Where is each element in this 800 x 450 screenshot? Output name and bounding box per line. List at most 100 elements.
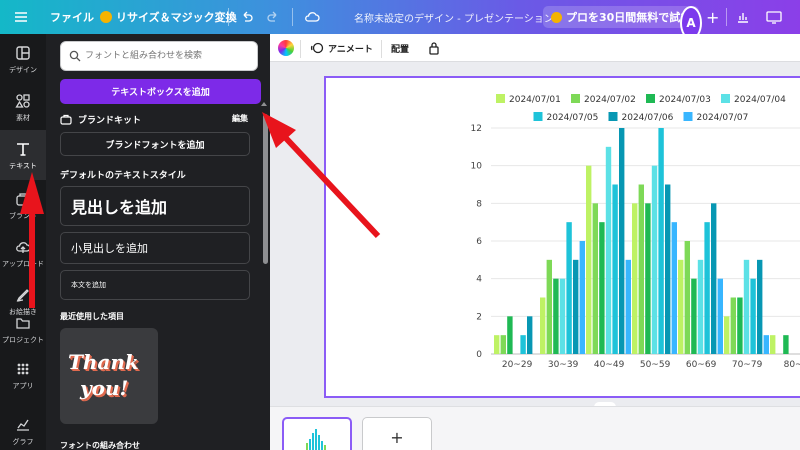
bar bbox=[717, 278, 723, 354]
rail-item-charts[interactable]: グラフ bbox=[0, 406, 46, 450]
bar bbox=[546, 259, 552, 354]
bar bbox=[671, 222, 677, 354]
y-tick-label: 10 bbox=[471, 162, 483, 172]
trial-label: プロを30日間無料で試す bbox=[566, 11, 692, 24]
lock-icon[interactable] bbox=[428, 34, 440, 62]
rail-label: デザイン bbox=[9, 65, 37, 74]
brand-icon bbox=[16, 192, 30, 206]
page-thumbnail[interactable] bbox=[282, 417, 352, 450]
resize-button[interactable]: リサイズ＆マジック変換 bbox=[100, 0, 237, 34]
insights-icon[interactable] bbox=[736, 0, 750, 34]
x-tick-label: 20~29 bbox=[502, 360, 533, 370]
legend-label: 2024/07/04 bbox=[734, 95, 786, 105]
add-body-text-button[interactable]: 本文を追加 bbox=[60, 270, 250, 300]
add-page-button[interactable]: + bbox=[362, 417, 432, 450]
legend-swatch bbox=[646, 94, 655, 103]
brand-kit-edit-link[interactable]: 編集 bbox=[232, 113, 248, 124]
color-wheel-icon[interactable] bbox=[278, 34, 294, 62]
bar bbox=[750, 278, 756, 354]
bar bbox=[573, 259, 579, 354]
search-icon bbox=[69, 50, 81, 62]
pro-trial-button[interactable]: プロを30日間無料で試す bbox=[543, 6, 700, 28]
undo-icon[interactable] bbox=[240, 0, 254, 34]
divider bbox=[300, 40, 301, 58]
animate-icon bbox=[310, 42, 324, 54]
bar bbox=[579, 241, 585, 354]
legend-swatch bbox=[721, 94, 730, 103]
rail-item-brand[interactable]: ブランド bbox=[0, 180, 46, 230]
bar bbox=[665, 184, 671, 354]
add-heading-button[interactable]: 見出しを追加 bbox=[60, 186, 250, 226]
bar bbox=[645, 203, 651, 354]
x-tick-label: 70~79 bbox=[732, 360, 763, 370]
elements-icon bbox=[15, 93, 30, 108]
bar bbox=[494, 335, 500, 354]
legend-swatch bbox=[571, 94, 580, 103]
rail-label: アプリ bbox=[12, 381, 34, 390]
crown-icon bbox=[100, 11, 112, 23]
brand-kit-row: ブランドキット bbox=[60, 113, 141, 126]
you-text: you! bbox=[80, 376, 129, 400]
present-icon[interactable] bbox=[766, 0, 782, 34]
rail-item-projects[interactable]: プロジェクト bbox=[0, 304, 46, 354]
legend-label: 2024/07/06 bbox=[622, 113, 674, 123]
rail-item-text[interactable]: テキスト bbox=[0, 130, 46, 180]
bar-chart[interactable]: 0 2 4 6 8 10 12 20~29 30~39 40~49 50~59 60~69 70~79 8… bbox=[326, 78, 800, 396]
rail-item-upload[interactable]: アップロード bbox=[0, 228, 46, 278]
page-strip: + bbox=[270, 406, 800, 450]
brand-kit-label: ブランドキット bbox=[78, 116, 142, 126]
search-input[interactable] bbox=[85, 48, 250, 64]
recent-heading: 最近使用した項目 bbox=[60, 312, 124, 321]
add-subheading-button[interactable]: 小見出しを追加 bbox=[60, 232, 250, 264]
resize-label: リサイズ＆マジック変換 bbox=[116, 11, 237, 24]
menu-icon[interactable] bbox=[14, 0, 28, 34]
cloud-save-icon[interactable] bbox=[304, 0, 320, 34]
animate-button[interactable]: アニメート bbox=[310, 34, 373, 62]
scroll-up-icon[interactable] bbox=[261, 102, 267, 106]
legend-label: 2024/07/07 bbox=[697, 113, 749, 123]
slide-page[interactable]: 0 2 4 6 8 10 12 20~29 30~39 40~49 50~59 60~69 70~79 8… bbox=[324, 76, 800, 398]
bar bbox=[500, 335, 506, 354]
x-tick-label: 30~39 bbox=[548, 360, 579, 370]
bar bbox=[651, 165, 658, 354]
bar bbox=[730, 297, 736, 354]
x-tick-label: 80~ bbox=[784, 360, 800, 370]
animate-label: アニメート bbox=[328, 44, 373, 55]
rail-item-apps[interactable]: アプリ bbox=[0, 350, 46, 400]
design-icon bbox=[16, 45, 30, 60]
redo-icon[interactable] bbox=[266, 0, 280, 34]
bar bbox=[763, 335, 769, 354]
bar bbox=[592, 203, 598, 354]
legend-label: 2024/07/02 bbox=[584, 95, 636, 105]
rail-item-elements[interactable]: 素材 bbox=[0, 82, 46, 132]
file-menu[interactable]: ファイル bbox=[50, 0, 94, 34]
add-brand-font-button[interactable]: ブランドフォントを追加 bbox=[60, 132, 250, 156]
chart-icon bbox=[17, 419, 29, 431]
position-button[interactable]: 配置 bbox=[391, 34, 409, 62]
add-collaborator-icon[interactable]: + bbox=[706, 0, 719, 34]
side-rail: デザイン 素材 テキスト ブランド アップロード お絵描き プロジェクト アプリ… bbox=[0, 34, 46, 450]
panel-scrollbar-thumb[interactable] bbox=[263, 114, 268, 264]
rail-item-design[interactable]: デザイン bbox=[0, 34, 46, 84]
rail-label: アップロード bbox=[2, 259, 44, 268]
recent-font-thank-you[interactable]: Thank you! bbox=[60, 328, 158, 424]
bar bbox=[527, 316, 533, 354]
text-icon bbox=[17, 142, 29, 156]
divider bbox=[292, 8, 293, 26]
default-styles-heading: デフォルトのテキストスタイル bbox=[60, 171, 186, 181]
rail-label: プロジェクト bbox=[2, 335, 44, 344]
bar bbox=[553, 278, 559, 354]
thank-text: Thank bbox=[68, 350, 139, 374]
bar bbox=[619, 128, 625, 354]
x-tick-label: 50~59 bbox=[640, 360, 671, 370]
search-box[interactable] bbox=[60, 41, 258, 71]
legend-label: 2024/07/05 bbox=[547, 113, 599, 123]
legend-label: 2024/07/03 bbox=[659, 95, 711, 105]
add-textbox-button[interactable]: テキストボックスを追加 bbox=[60, 79, 261, 104]
apps-icon bbox=[17, 363, 29, 374]
bar bbox=[724, 316, 730, 354]
y-tick-label: 4 bbox=[476, 275, 482, 285]
document-title[interactable]: 名称未設定のデザイン - プレゼンテーション bbox=[354, 0, 554, 34]
bar bbox=[757, 259, 763, 354]
rail-label: ブランド bbox=[9, 211, 37, 220]
